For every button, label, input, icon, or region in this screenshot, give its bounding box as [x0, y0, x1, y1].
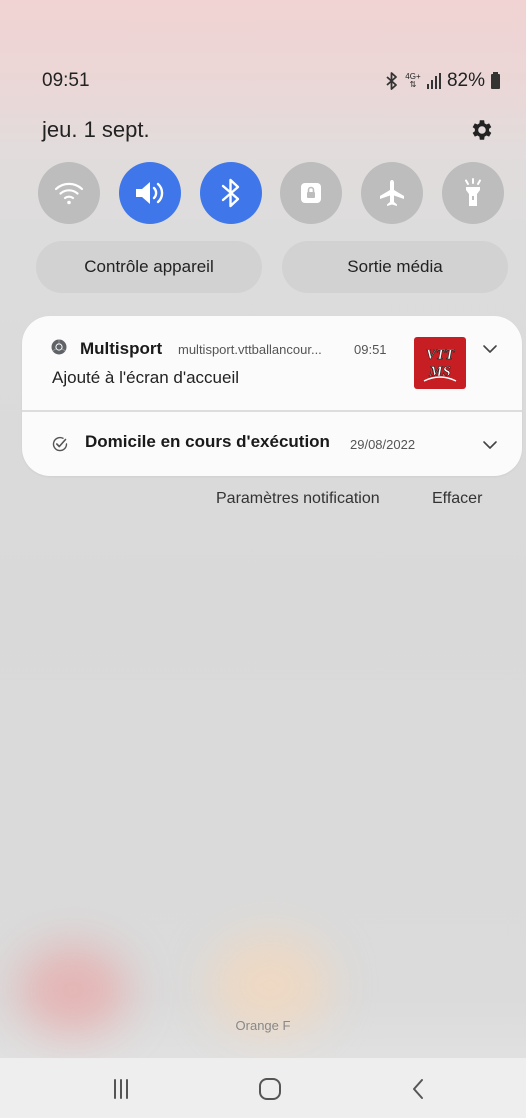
notification-app-name: Multisport [80, 339, 163, 358]
notification-body: Ajouté à l'écran d'accueil [52, 368, 239, 387]
expand-chevron-icon[interactable] [482, 344, 498, 354]
clear-notifications-link[interactable]: Effacer [432, 490, 482, 508]
signal-icon [426, 73, 441, 89]
speaker-icon [135, 182, 164, 204]
media-output-button[interactable]: Sortie média [282, 241, 508, 293]
bluetooth-toggle[interactable] [199, 162, 262, 224]
recent-apps-button[interactable] [101, 1076, 141, 1102]
check-circle-icon [52, 436, 68, 452]
bluetooth-icon [386, 72, 397, 90]
status-time: 09:51 [42, 70, 90, 91]
notification-date: 29/08/2022 [350, 437, 416, 452]
notification-multisport[interactable]: Multisport multisport.vttballancour... 0… [22, 316, 522, 410]
status-icons: 4G+ ⇅ 82% [385, 70, 500, 92]
back-icon [413, 1079, 423, 1099]
airplane-icon [380, 180, 405, 206]
notification-thumbnail: VTT MS [414, 337, 466, 389]
wifi-toggle[interactable] [38, 162, 100, 224]
wifi-icon [54, 182, 84, 205]
home-button[interactable] [250, 1076, 290, 1102]
panel-header: jeu. 1 sept. [42, 114, 494, 146]
recent-apps-icon [114, 1079, 128, 1099]
vtt-logo: VTT MS [423, 347, 457, 382]
notification-title: Domicile en cours d'exécution [85, 432, 330, 451]
network-4g-icon: 4G+ ⇅ [405, 72, 421, 89]
panel-buttons: Contrôle appareil Sortie média [36, 241, 508, 293]
notification-time: 09:51 [354, 342, 387, 357]
notification-domicile[interactable]: Domicile en cours d'exécution 29/08/2022 [22, 412, 522, 476]
expand-chevron-icon[interactable] [482, 440, 498, 450]
gear-icon[interactable] [468, 117, 494, 143]
airplane-mode-toggle[interactable] [361, 162, 424, 224]
flashlight-toggle[interactable] [441, 162, 504, 224]
notification-source: multisport.vttballancour... [178, 342, 322, 357]
battery-icon [491, 71, 500, 89]
bluetooth-icon [221, 178, 239, 208]
flashlight-icon [464, 178, 481, 206]
notification-actions: Paramètres notification Effacer [0, 490, 526, 516]
rotation-lock-toggle[interactable] [280, 162, 343, 224]
chrome-icon [51, 339, 67, 355]
network-type: 4G+ [405, 72, 421, 81]
notification-card: Multisport multisport.vttballancour... 0… [22, 316, 522, 476]
lock-icon [301, 183, 322, 203]
svg-text:VTT: VTT [426, 347, 455, 363]
back-button[interactable] [398, 1076, 438, 1102]
date-label: jeu. 1 sept. [42, 117, 150, 142]
navigation-bar [0, 1058, 526, 1118]
home-icon [259, 1078, 281, 1100]
quick-settings-row [38, 162, 504, 224]
device-control-button[interactable]: Contrôle appareil [36, 241, 262, 293]
carrier-label: Orange F [235, 1018, 291, 1033]
status-bar: 09:51 4G+ ⇅ 82% [42, 66, 500, 96]
battery-percent: 82% [446, 70, 485, 91]
sound-toggle[interactable] [118, 162, 181, 224]
notification-settings-link[interactable]: Paramètres notification [216, 490, 380, 508]
